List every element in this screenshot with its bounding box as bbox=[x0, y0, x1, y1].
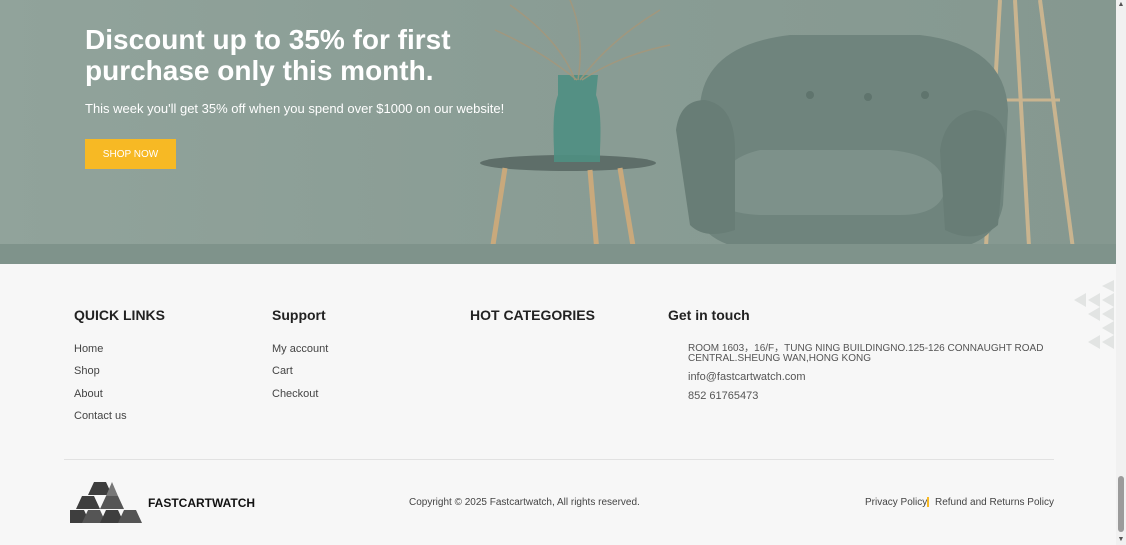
footer-link-home[interactable]: Home bbox=[74, 343, 103, 355]
privacy-policy-link[interactable]: Privacy Policy bbox=[865, 497, 927, 508]
copyright-text: Copyright © 2025 Fastcartwatch, All righ… bbox=[409, 497, 640, 508]
footer-link-my-account[interactable]: My account bbox=[272, 343, 328, 355]
scrollbar-thumb[interactable] bbox=[1118, 476, 1124, 532]
scroll-up-arrow-icon[interactable]: ▲ bbox=[1116, 0, 1126, 10]
footer-link-contact[interactable]: Contact us bbox=[74, 410, 127, 422]
hot-categories-title: HOT CATEGORIES bbox=[470, 307, 595, 323]
footer-divider bbox=[64, 459, 1054, 460]
hero-floor bbox=[0, 244, 1116, 264]
footer-link-about[interactable]: About bbox=[74, 388, 103, 400]
get-in-touch-title: Get in touch bbox=[668, 307, 750, 323]
scroll-down-arrow-icon[interactable]: ▼ bbox=[1116, 535, 1126, 545]
contact-phone: 852 61765473 bbox=[688, 390, 759, 402]
triangle-pattern-decoration bbox=[1074, 280, 1114, 349]
support-title: Support bbox=[272, 307, 326, 323]
brand-name[interactable]: FASTCARTWATCH bbox=[148, 496, 255, 510]
hero-title: Discount up to 35% for first purchase on… bbox=[85, 24, 451, 86]
policy-separator bbox=[927, 497, 929, 507]
page-scrollbar[interactable]: ▲ ▼ bbox=[1116, 0, 1126, 545]
armchair-image bbox=[676, 35, 1008, 264]
refund-policy-link[interactable]: Refund and Returns Policy bbox=[935, 497, 1054, 508]
footer-link-cart[interactable]: Cart bbox=[272, 365, 293, 377]
contact-address-line2: CENTRAL.SHEUNG WAN,HONG KONG bbox=[688, 353, 871, 364]
contact-address-line1: ROOM 1603，16/F，TUNG NING BUILDINGNO.125-… bbox=[688, 343, 1044, 354]
footer-link-shop[interactable]: Shop bbox=[74, 365, 100, 377]
shop-now-button[interactable]: SHOP NOW bbox=[85, 139, 176, 169]
contact-email[interactable]: info@fastcartwatch.com bbox=[688, 371, 806, 383]
stacked-bars-logo-icon[interactable] bbox=[70, 482, 142, 523]
footer-link-checkout[interactable]: Checkout bbox=[272, 388, 318, 400]
hero-subtitle: This week you'll get 35% off when you sp… bbox=[85, 101, 505, 116]
quick-links-title: QUICK LINKS bbox=[74, 307, 165, 323]
hero-banner: Discount up to 35% for first purchase on… bbox=[0, 0, 1116, 264]
